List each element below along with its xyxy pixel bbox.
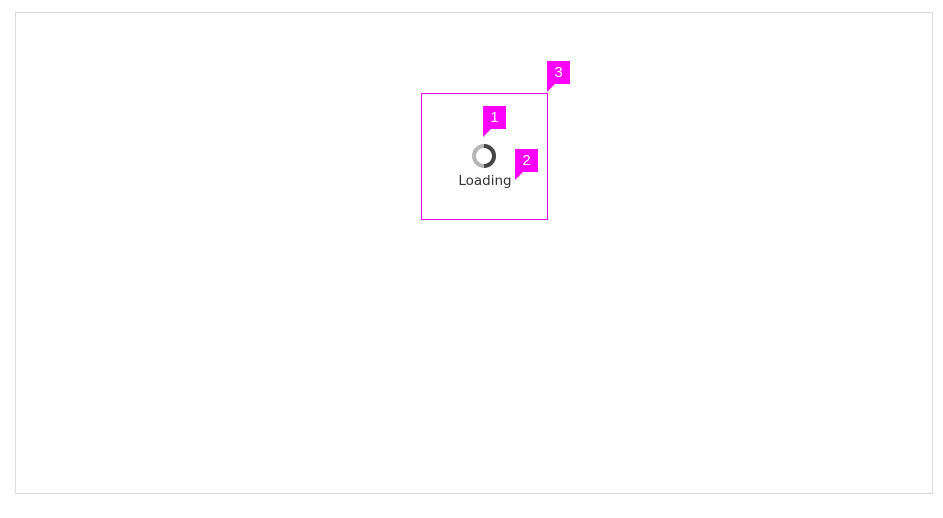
callout-badge-1: 1 xyxy=(483,106,506,129)
callout-badge-3: 3 xyxy=(547,61,570,84)
spinner-arc xyxy=(483,144,496,168)
callout-pointer-2 xyxy=(515,172,523,180)
callout-pointer-3 xyxy=(547,84,555,92)
callout-pointer-1 xyxy=(483,129,491,137)
canvas-frame xyxy=(15,12,933,494)
callout-badge-2: 2 xyxy=(515,149,538,172)
spinner-icon xyxy=(472,144,496,168)
